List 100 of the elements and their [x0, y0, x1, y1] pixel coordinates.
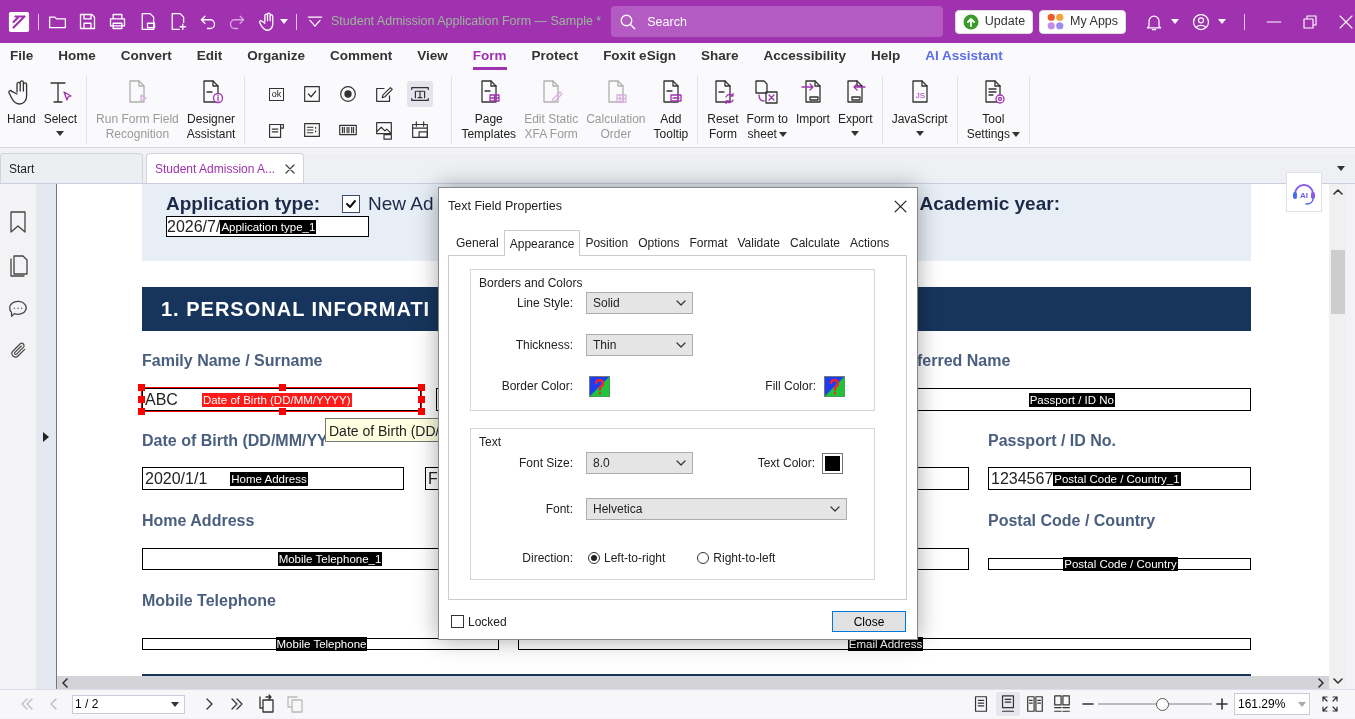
menu-tab[interactable]: Comment [330, 43, 393, 70]
scroll-thumb[interactable] [1330, 250, 1345, 314]
dialog-tab[interactable]: Options [633, 231, 685, 255]
caret-icon[interactable] [778, 132, 787, 138]
menu-tab[interactable]: View [417, 43, 448, 70]
form-field[interactable]: 2026/7/Application type_1 [166, 216, 369, 237]
close-icon[interactable] [894, 199, 907, 213]
form-field[interactable]: 1234567Postal Code / Country_1 [988, 467, 1251, 490]
scroll-right-icon[interactable] [1317, 677, 1325, 688]
zoom-field[interactable]: 161.29% [1238, 694, 1296, 714]
dialog-tab[interactable]: Position [580, 231, 634, 255]
caret-icon[interactable] [1337, 166, 1345, 171]
selection-handle[interactable] [278, 384, 286, 391]
expand-arrow-icon[interactable] [42, 430, 50, 443]
restore-icon[interactable] [1301, 12, 1319, 31]
menu-tab[interactable]: File [10, 43, 34, 70]
line-style-select[interactable]: Solid [586, 292, 693, 314]
menu-tab[interactable]: Share [700, 43, 739, 70]
font-select[interactable]: Helvetica [586, 498, 847, 520]
menu-tab[interactable]: Protect [531, 43, 579, 70]
ribbon-button[interactable]: Form to sheet [742, 76, 792, 144]
print-icon[interactable] [107, 11, 128, 32]
dialog-tab[interactable]: Actions [845, 231, 895, 255]
scroll-up-icon[interactable] [1332, 188, 1343, 196]
update-button[interactable]: Update [954, 9, 1034, 34]
caret-icon[interactable] [1012, 132, 1020, 138]
menu-tab[interactable]: Help [870, 43, 901, 70]
radio-option[interactable]: Right-to-left [697, 549, 776, 567]
menu-tab[interactable]: Foxit eSign [603, 43, 676, 70]
ribbon-button[interactable]: Tool Settings [962, 76, 1024, 144]
ribbon-button[interactable]: Export [833, 76, 877, 138]
checkbox[interactable] [451, 615, 464, 628]
form-field[interactable]: Email Address [518, 638, 1251, 650]
page-number-box[interactable]: 1 / 2 [72, 694, 185, 714]
no-color-swatch[interactable] [589, 375, 610, 397]
menu-tab[interactable]: Convert [120, 43, 172, 70]
radio-button[interactable] [588, 552, 600, 564]
caret-icon[interactable] [56, 131, 65, 136]
slider-thumb[interactable] [1155, 697, 1169, 711]
rotate-page-icon[interactable] [257, 694, 277, 714]
dialog-tab[interactable]: General [451, 231, 504, 255]
ribbon-button[interactable]: Hand [3, 76, 40, 129]
ribbon-button[interactable]: JS JavaScript [887, 76, 952, 138]
form-field-tool[interactable] [407, 81, 434, 107]
dialog-tab[interactable]: Appearance [503, 230, 581, 256]
zoom-box[interactable]: 161.29% [1234, 693, 1310, 715]
zoom-in-icon[interactable] [1216, 698, 1228, 710]
apps-button[interactable]: My Apps [1039, 9, 1127, 34]
menu-tab[interactable]: Accessibility [763, 43, 846, 70]
horizontal-scrollbar[interactable] [57, 676, 1329, 689]
document-tab[interactable]: Start [0, 153, 143, 183]
menu-tab[interactable]: Organize [247, 43, 306, 70]
form-field-tool[interactable]: ok [263, 81, 290, 107]
font-size-select[interactable]: 8.0 [586, 452, 693, 474]
caret-icon[interactable] [171, 701, 179, 707]
caret-icon[interactable] [851, 131, 860, 136]
ribbon-button[interactable]: Designer Assistant [182, 76, 240, 144]
page-number-field[interactable]: 1 / 2 [75, 695, 165, 713]
save-icon[interactable] [77, 11, 98, 32]
vertical-scrollbar[interactable] [1329, 184, 1346, 689]
color-swatch[interactable] [822, 452, 843, 474]
close-icon[interactable] [285, 163, 296, 174]
no-color-swatch[interactable] [824, 375, 845, 397]
form-field[interactable]: Mobile Telephone [142, 638, 499, 650]
scroll-left-icon[interactable] [61, 677, 69, 688]
app-logo-icon [8, 10, 30, 33]
ribbon-button[interactable]: Reset Form [703, 76, 743, 144]
menu-tab[interactable]: Home [58, 43, 96, 70]
menu-tab[interactable]: Edit [196, 43, 223, 70]
view-mode-button[interactable] [996, 692, 1020, 716]
bookmark-icon[interactable] [8, 210, 28, 234]
menu-tab[interactable]: AI Assistant [925, 43, 1003, 70]
dialog-tab[interactable]: Validate [732, 231, 785, 255]
checkbox[interactable] [342, 195, 360, 213]
field-name-tag: Home Address [230, 471, 308, 486]
thickness-select[interactable]: Thin [586, 334, 693, 356]
dialog-tab[interactable]: Format [684, 231, 733, 255]
field-label: Thickness: [514, 337, 573, 354]
ribbon-button[interactable]: Select [39, 76, 82, 138]
radio-option[interactable]: Left-to-right [588, 549, 666, 567]
selection-handle[interactable] [278, 408, 286, 415]
ribbon-button[interactable]: Import [791, 76, 834, 129]
close-button[interactable]: Close [832, 611, 906, 632]
form-field[interactable]: Postal Code / Country [988, 558, 1251, 570]
user-icon[interactable] [1191, 11, 1212, 32]
scroll-down-icon[interactable] [1332, 677, 1343, 685]
fullscreen-icon[interactable] [1322, 696, 1338, 712]
last-page-icon[interactable] [230, 697, 244, 711]
pages-icon[interactable] [8, 254, 28, 278]
ribbon-button[interactable]: Add Tooltip [649, 76, 693, 144]
ribbon-button[interactable]: Page Templates [457, 76, 521, 144]
form-field[interactable]: 2020/1/1 Home Address [142, 467, 404, 490]
comments-icon[interactable] [7, 298, 29, 320]
field-value: 2020/1/1 [145, 468, 208, 489]
caret-icon[interactable] [915, 131, 924, 136]
dialog-tab[interactable]: Calculate [785, 231, 845, 255]
field-value: ABC [145, 389, 178, 410]
radio-button[interactable] [697, 552, 710, 564]
document-tab[interactable]: Student Admission A... [146, 153, 305, 183]
ai-helper-button[interactable]: AI [1286, 172, 1322, 212]
